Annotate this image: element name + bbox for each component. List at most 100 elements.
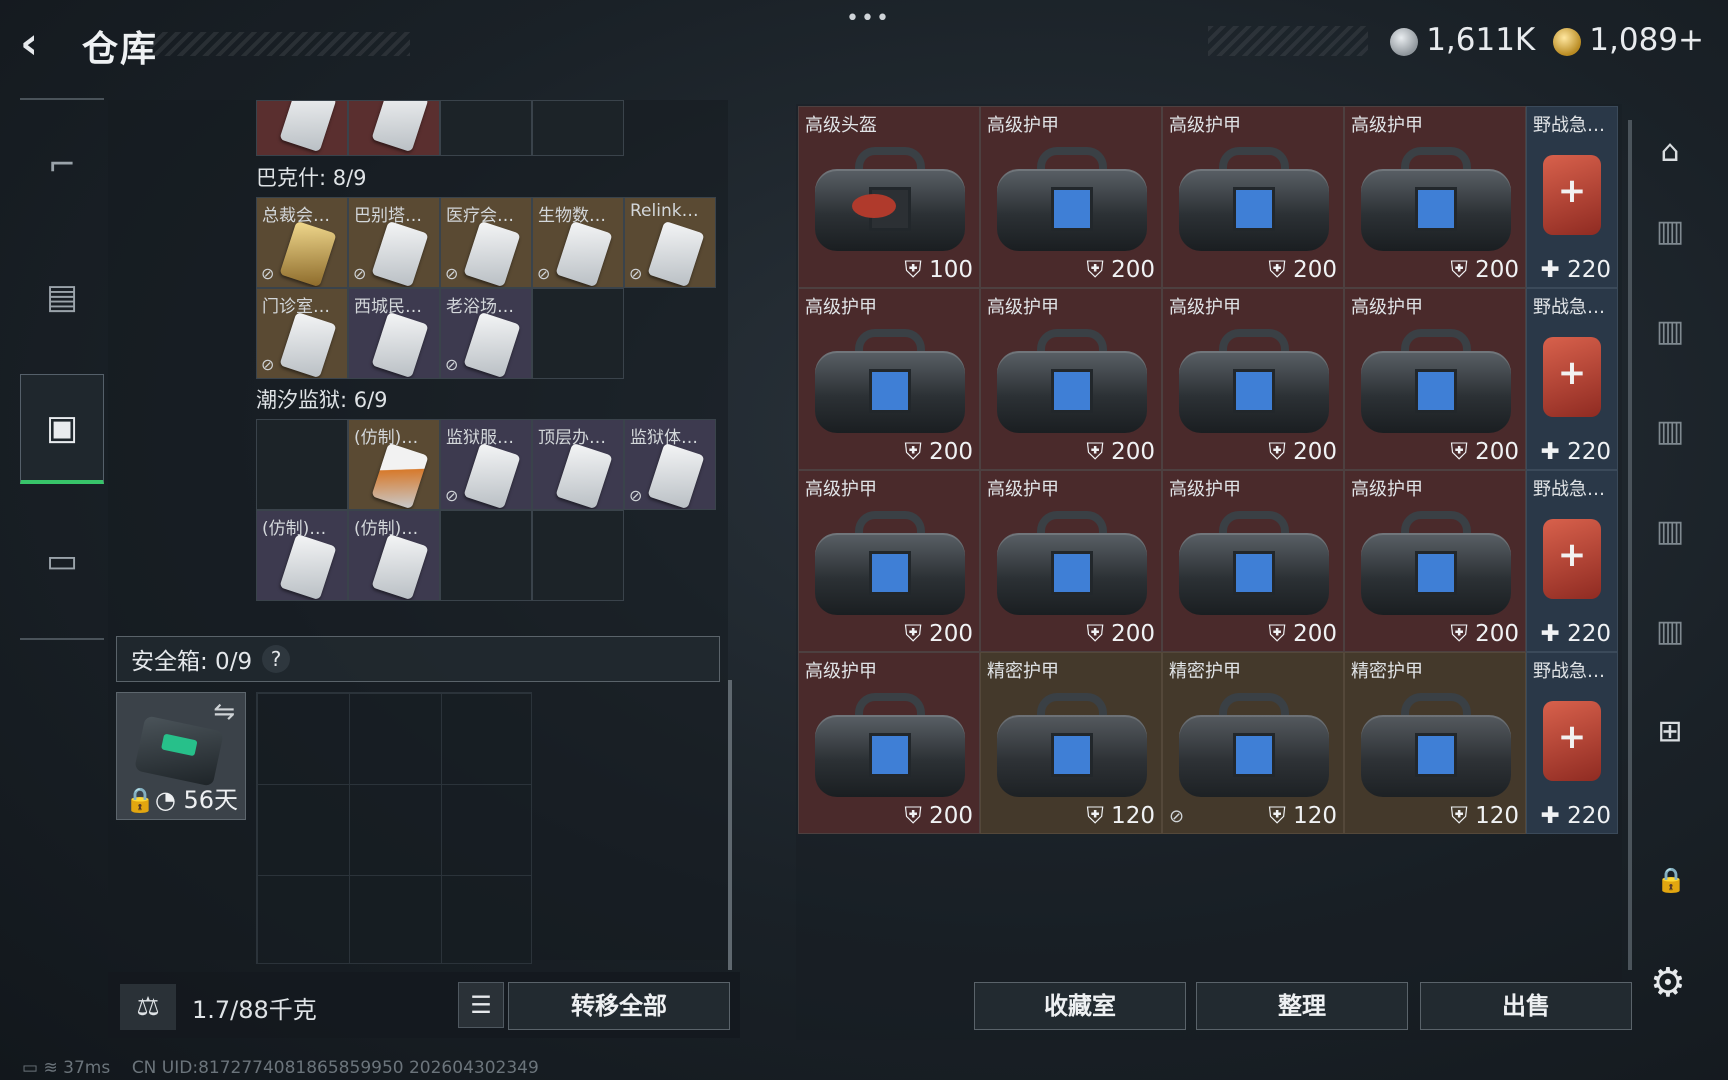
- card-slot[interactable]: 监狱服… ⊘: [440, 419, 532, 510]
- rail-page-icon[interactable]: ▥: [1640, 584, 1700, 680]
- stash-item[interactable]: 高级护甲 ⛨ 200: [1162, 470, 1344, 652]
- card-slot[interactable]: (仿制)…: [348, 419, 440, 510]
- more-options-icon[interactable]: •••: [846, 6, 891, 31]
- card-slot[interactable]: 门诊室… ⊘: [256, 288, 348, 379]
- item-value: ⛨ 200: [905, 621, 973, 647]
- item-value: ⛨ 200: [1451, 439, 1519, 465]
- card-slot[interactable]: 医疗会… ⊘: [440, 197, 532, 288]
- stash-item[interactable]: 野战急… ✚ 220: [1526, 470, 1618, 652]
- left-category-nav: ⌐ ▤ ▣ ▭: [20, 98, 104, 640]
- empty-slot[interactable]: [256, 419, 348, 510]
- durability-value: 200: [1475, 621, 1519, 647]
- transfer-all-button[interactable]: 转移全部: [508, 982, 730, 1030]
- collection-room-button[interactable]: 收藏室: [974, 982, 1186, 1030]
- rail-add-page-icon[interactable]: ⊞: [1640, 684, 1700, 780]
- stash-item[interactable]: 野战急… ✚ 220: [1526, 106, 1618, 288]
- left-scrollbar[interactable]: [728, 680, 732, 970]
- nav-briefcase[interactable]: ▭: [20, 506, 104, 616]
- stash-item[interactable]: 精密护甲 ⛨ 120: [1344, 652, 1526, 834]
- nav-backpack[interactable]: ▤: [20, 242, 104, 352]
- no-trade-icon: ⊘: [537, 264, 551, 283]
- card-slot[interactable]: (仿制)…: [256, 510, 348, 601]
- item-value: ⛨ 100: [905, 257, 973, 283]
- item-name: 野战急…: [1533, 297, 1605, 318]
- safe-box-item[interactable]: ⇋ 🔒◔ 56天: [116, 692, 246, 820]
- silver-currency[interactable]: 1,611K: [1390, 22, 1535, 58]
- currency-decoration: [1208, 26, 1368, 56]
- sell-button[interactable]: 出售: [1420, 982, 1632, 1030]
- card-slot[interactable]: 老浴场… ⊘: [440, 288, 532, 379]
- stash-item[interactable]: 高级护甲 ⛨ 200: [1344, 470, 1526, 652]
- stash-item[interactable]: 野战急… ✚ 220: [1526, 652, 1618, 834]
- rail-page-icon[interactable]: ▥: [1640, 384, 1700, 480]
- back-arrow-icon[interactable]: ‹: [20, 22, 64, 66]
- safe-box-duration: 🔒◔ 56天: [125, 786, 238, 814]
- rail-page-icon[interactable]: ▥: [1640, 484, 1700, 580]
- stash-item[interactable]: 高级护甲 ⛨ 200: [980, 470, 1162, 652]
- gold-currency[interactable]: 1,089+: [1553, 22, 1704, 58]
- stash-item[interactable]: 精密护甲 ⊘ ⛨ 120: [1162, 652, 1344, 834]
- stash-item[interactable]: 高级护甲 ⛨ 200: [1344, 288, 1526, 470]
- keycard-icon: [371, 533, 429, 600]
- empty-slot[interactable]: [440, 100, 532, 156]
- rail-page-icon[interactable]: ▥: [1640, 184, 1700, 280]
- item-value: ⛨ 200: [905, 803, 973, 829]
- card-slot[interactable]: [348, 100, 440, 156]
- card-slot[interactable]: [256, 100, 348, 156]
- stash-item[interactable]: 精密护甲 ⛨ 120: [980, 652, 1162, 834]
- durability-value: 220: [1567, 257, 1611, 283]
- card-slot[interactable]: 巴别塔… ⊘: [348, 197, 440, 288]
- armor-vest-icon: [1361, 147, 1511, 251]
- empty-slot[interactable]: [532, 510, 624, 601]
- card-slot[interactable]: 生物数… ⊘: [532, 197, 624, 288]
- card-slot[interactable]: 顶层办…: [532, 419, 624, 510]
- no-trade-icon: ⊘: [445, 355, 459, 374]
- empty-slot[interactable]: [532, 288, 624, 379]
- lock-icon[interactable]: 🔒: [1656, 866, 1686, 894]
- swap-icon[interactable]: ⇋: [213, 697, 235, 727]
- stash-item[interactable]: 高级护甲 ⛨ 200: [980, 106, 1162, 288]
- prison-card-grid: (仿制)… 监狱服… ⊘ 顶层办… 监狱体… ⊘ (仿制)… (仿制)…: [256, 419, 716, 601]
- prison-collection-label: 潮汐监狱: 6/9: [256, 388, 388, 412]
- durability-value: 200: [1293, 257, 1337, 283]
- stash-item[interactable]: 高级护甲 ⛨ 200: [980, 288, 1162, 470]
- nav-container[interactable]: ▣: [20, 374, 104, 484]
- settings-gear-icon[interactable]: ⚙: [1650, 960, 1686, 1006]
- stash-item[interactable]: 高级护甲 ⛨ 200: [1344, 106, 1526, 288]
- no-trade-icon: ⊘: [261, 264, 275, 283]
- item-name: 高级护甲: [1351, 297, 1423, 318]
- card-slot[interactable]: (仿制)…: [348, 510, 440, 601]
- medkit-icon: [1543, 519, 1601, 599]
- item-name: 高级护甲: [987, 479, 1059, 500]
- item-name: 野战急…: [1533, 661, 1605, 682]
- stash-item[interactable]: 高级护甲 ⛨ 200: [798, 652, 980, 834]
- rail-page-icon[interactable]: ▥: [1640, 284, 1700, 380]
- stash-item[interactable]: 高级护甲 ⛨ 200: [1162, 106, 1344, 288]
- safe-box-grid[interactable]: [256, 692, 532, 964]
- armor-vest-icon: [1179, 693, 1329, 797]
- no-trade-icon: ⊘: [261, 355, 275, 374]
- card-slot[interactable]: Relink… ⊘: [624, 197, 716, 288]
- item-value: ⛨ 200: [1087, 621, 1155, 647]
- stash-item[interactable]: 野战急… ✚ 220: [1526, 288, 1618, 470]
- stash-item[interactable]: 高级护甲 ⛨ 200: [798, 288, 980, 470]
- empty-slot[interactable]: [532, 100, 624, 156]
- card-slot[interactable]: 总裁会… ⊘: [256, 197, 348, 288]
- durability-value: 220: [1567, 803, 1611, 829]
- weight-icon: ⚖: [120, 984, 176, 1030]
- keycard-icon: [555, 442, 613, 509]
- stash-item[interactable]: 高级护甲 ⛨ 200: [798, 470, 980, 652]
- card-slot[interactable]: 监狱体… ⊘: [624, 419, 716, 510]
- item-value: ✚ 220: [1541, 257, 1612, 283]
- stash-item[interactable]: 高级护甲 ⛨ 200: [1162, 288, 1344, 470]
- durability-value: 200: [1293, 621, 1337, 647]
- empty-slot[interactable]: [440, 510, 532, 601]
- organize-button[interactable]: 整理: [1196, 982, 1408, 1030]
- list-view-button[interactable]: ☰: [458, 982, 504, 1028]
- card-slot[interactable]: 西城民…: [348, 288, 440, 379]
- nav-weapons[interactable]: ⌐: [20, 110, 104, 220]
- durability-value: 200: [929, 803, 973, 829]
- right-scrollbar[interactable]: [1628, 120, 1632, 970]
- stash-item[interactable]: 高级头盔 ⛨ 100: [798, 106, 980, 288]
- help-icon[interactable]: ?: [262, 645, 291, 673]
